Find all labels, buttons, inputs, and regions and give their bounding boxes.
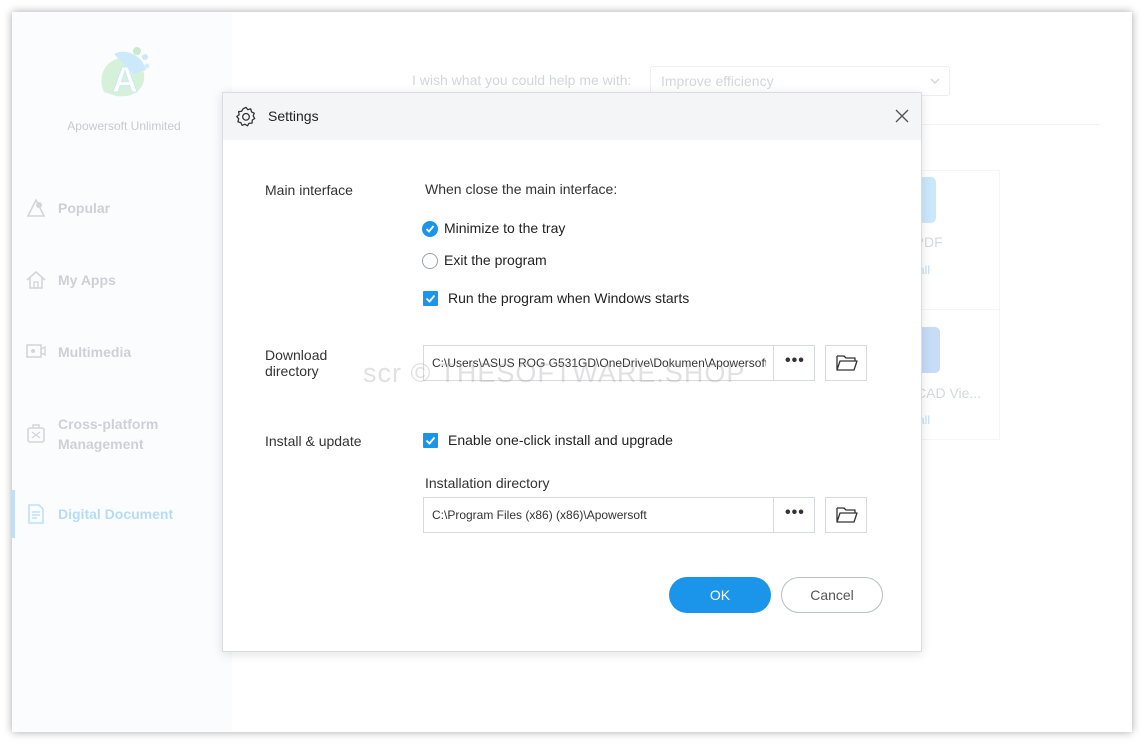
download-open-folder-button[interactable] [825, 345, 867, 381]
download-directory-input[interactable] [423, 345, 775, 381]
app-name: Apowersoft Unlimited [67, 119, 181, 133]
install-open-folder-button[interactable] [825, 497, 867, 533]
app-logo-icon: A [101, 47, 150, 100]
close-icon[interactable] [893, 107, 911, 125]
main-interface-label: Main interface [265, 182, 353, 198]
check-icon [425, 225, 435, 233]
sidebar-item-label: Popular [58, 200, 111, 216]
sidebar-item-label: Cross-platform Management [58, 416, 159, 452]
one-click-install-checkbox[interactable] [423, 433, 438, 448]
more-icon: ••• [785, 504, 805, 521]
settings-dialog: Settings Main interface When close the m… [222, 92, 922, 652]
install-browse-button[interactable]: ••• [773, 497, 815, 533]
minimize-to-tray-radio[interactable] [422, 221, 438, 237]
sidebar-item-digital-document[interactable]: Digital Document [12, 490, 232, 538]
sidebar-item-multimedia[interactable]: Multimedia [12, 330, 232, 374]
download-browse-button[interactable]: ••• [773, 345, 815, 381]
wish-label: I wish what you could help me with: [412, 72, 632, 88]
sidebar-item-label: Digital Document [58, 506, 174, 522]
sidebar-item-label: Multimedia [58, 344, 132, 360]
exit-program-radio[interactable] [422, 253, 438, 269]
sidebar-item-cross-platform[interactable]: Cross-platform Management [12, 410, 232, 458]
multimedia-icon [26, 344, 46, 358]
run-on-startup-checkbox[interactable] [423, 291, 438, 306]
active-indicator [12, 490, 15, 538]
sidebar-item-popular[interactable]: Popular [12, 186, 232, 230]
close-behavior-prompt: When close the main interface: [425, 181, 618, 197]
svg-text:A: A [112, 59, 138, 100]
gear-icon [236, 106, 256, 127]
folder-icon [836, 507, 858, 523]
app-card-name: CAD Vie... [916, 385, 982, 401]
chevron-down-icon [930, 78, 940, 84]
exit-program-label[interactable]: Exit the program [444, 252, 547, 268]
popular-icon [26, 198, 46, 217]
wish-select-value: Improve efficiency [661, 73, 774, 89]
dialog-title: Settings [268, 108, 319, 124]
installation-directory-label: Installation directory [425, 475, 550, 491]
sidebar-item-my-apps[interactable]: My Apps [12, 258, 232, 302]
check-icon [425, 436, 436, 445]
home-icon [26, 270, 46, 289]
download-directory-label: Download directory [265, 347, 328, 379]
dialog-header: Settings [223, 93, 921, 140]
install-update-label: Install & update [265, 433, 362, 449]
ok-button[interactable]: OK [669, 577, 771, 613]
check-icon [425, 294, 436, 303]
sidebar: A Apowersoft Unlimited Popular My Apps M… [12, 12, 232, 732]
run-on-startup-label[interactable]: Run the program when Windows starts [448, 290, 689, 306]
document-icon [28, 504, 44, 524]
more-icon: ••• [785, 352, 805, 369]
installation-directory-input[interactable] [423, 497, 775, 533]
cancel-button[interactable]: Cancel [781, 577, 883, 613]
minimize-to-tray-label[interactable]: Minimize to the tray [444, 220, 565, 236]
folder-icon [836, 355, 858, 371]
one-click-install-label[interactable]: Enable one-click install and upgrade [448, 432, 673, 448]
cross-platform-icon [27, 424, 45, 443]
sidebar-item-label: My Apps [58, 272, 116, 288]
